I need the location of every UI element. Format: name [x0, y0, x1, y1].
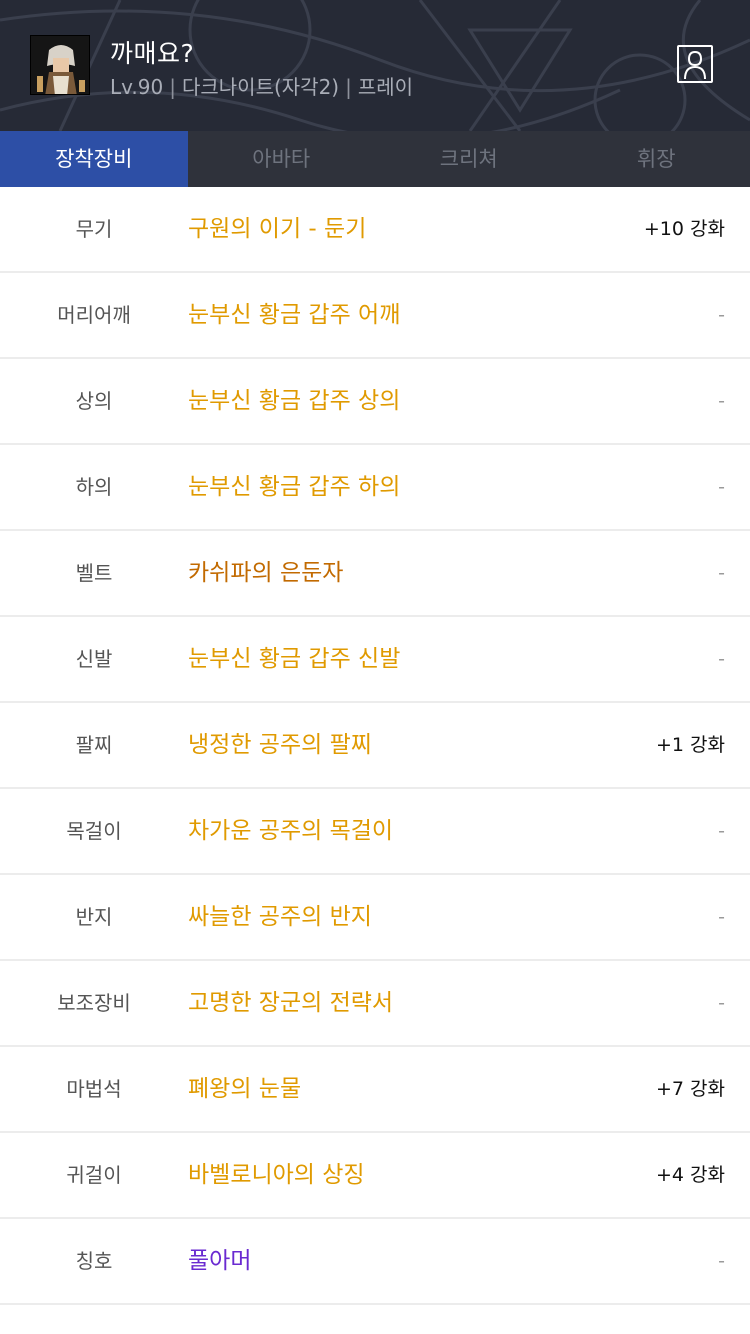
enhance-level: +7 강화 [655, 1078, 725, 1100]
user-profile-icon [684, 50, 706, 80]
equipment-row-shoulder[interactable]: 머리어깨 눈부신 황금 갑주 어깨 - [0, 273, 750, 359]
character-level: Lv.90 [110, 75, 164, 99]
tab-avatar[interactable]: 아바타 [188, 131, 376, 187]
info-separator: | [345, 75, 352, 99]
equipment-row-title[interactable]: 칭호 풀아머 - [0, 1219, 750, 1305]
slot-label: 마법석 [66, 1077, 122, 1101]
equipment-row-weapon[interactable]: 무기 구원의 이기 - 둔기 +10 강화 [0, 187, 750, 273]
character-portrait-icon [31, 36, 89, 94]
enhance-level: - [718, 390, 725, 412]
slot-label: 반지 [75, 905, 113, 929]
slot-label: 머리어깨 [57, 303, 131, 327]
equipment-row-top[interactable]: 상의 눈부신 황금 갑주 상의 - [0, 359, 750, 445]
equipment-row-bracelet[interactable]: 팔찌 냉정한 공주의 팔찌 +1 강화 [0, 703, 750, 789]
item-name[interactable]: 구원의 이기 - 둔기 [188, 187, 366, 271]
slot-label: 귀걸이 [66, 1163, 122, 1187]
equipment-row-subequip[interactable]: 보조장비 고명한 장군의 전략서 - [0, 961, 750, 1047]
item-name[interactable]: 고명한 장군의 전략서 [188, 961, 393, 1045]
info-separator: | [169, 75, 176, 99]
item-name[interactable]: 풀아머 [188, 1219, 251, 1303]
item-name[interactable]: 눈부신 황금 갑주 하의 [188, 445, 400, 529]
slot-label: 신발 [75, 647, 113, 671]
enhance-level: - [718, 1250, 725, 1272]
equipment-row-ring[interactable]: 반지 싸늘한 공주의 반지 - [0, 875, 750, 961]
enhance-level: - [718, 992, 725, 1014]
slot-label: 하의 [75, 475, 113, 499]
tab-bar: 장착장비 아바타 크리쳐 휘장 [0, 131, 750, 187]
item-name[interactable]: 바벨로니아의 상징 [188, 1133, 365, 1217]
item-name[interactable]: 폐왕의 눈물 [188, 1047, 301, 1131]
character-job: 다크나이트(자각2) [181, 75, 340, 99]
character-avatar[interactable] [30, 35, 90, 95]
slot-label: 벨트 [75, 561, 113, 585]
enhance-level: +10 강화 [643, 218, 725, 240]
equipment-row-belt[interactable]: 벨트 카쉬파의 은둔자 - [0, 531, 750, 617]
enhance-level: - [718, 304, 725, 326]
item-name[interactable]: 냉정한 공주의 팔찌 [188, 703, 372, 787]
slot-label: 팔찌 [75, 733, 113, 757]
enhance-level: - [718, 476, 725, 498]
enhance-level: - [718, 562, 725, 584]
item-name[interactable]: 싸늘한 공주의 반지 [188, 875, 372, 959]
character-server: 프레이 [357, 75, 414, 99]
enhance-level: - [718, 820, 725, 842]
item-name[interactable]: 눈부신 황금 갑주 어깨 [188, 273, 400, 357]
slot-label: 칭호 [75, 1249, 113, 1273]
character-header: 까매요? Lv.90 | 다크나이트(자각2) | 프레이 [0, 0, 750, 131]
item-name[interactable]: 카쉬파의 은둔자 [188, 531, 343, 615]
character-name: 까매요? [110, 39, 195, 68]
slot-label: 상의 [75, 389, 113, 413]
equipment-row-shoes[interactable]: 신발 눈부신 황금 갑주 신발 - [0, 617, 750, 703]
profile-button[interactable] [677, 45, 713, 83]
item-name[interactable]: 차가운 공주의 목걸이 [188, 789, 393, 873]
enhance-level: +1 강화 [655, 734, 725, 756]
tab-creature[interactable]: 크리쳐 [375, 131, 563, 187]
equipment-list: 무기 구원의 이기 - 둔기 +10 강화 머리어깨 눈부신 황금 갑주 어깨 … [0, 187, 750, 1305]
slot-label: 무기 [75, 217, 113, 241]
enhance-level: +4 강화 [655, 1164, 725, 1186]
enhance-level: - [718, 648, 725, 670]
character-info: Lv.90 | 다크나이트(자각2) | 프레이 [110, 71, 413, 100]
enhance-level: - [718, 906, 725, 928]
equipment-row-necklace[interactable]: 목걸이 차가운 공주의 목걸이 - [0, 789, 750, 875]
slot-label: 목걸이 [66, 819, 122, 843]
slot-label: 보조장비 [57, 991, 131, 1015]
equipment-row-magicstone[interactable]: 마법석 폐왕의 눈물 +7 강화 [0, 1047, 750, 1133]
tab-equipment[interactable]: 장착장비 [0, 131, 188, 187]
equipment-row-earring[interactable]: 귀걸이 바벨로니아의 상징 +4 강화 [0, 1133, 750, 1219]
equipment-row-bottom[interactable]: 하의 눈부신 황금 갑주 하의 - [0, 445, 750, 531]
item-name[interactable]: 눈부신 황금 갑주 신발 [188, 617, 400, 701]
item-name[interactable]: 눈부신 황금 갑주 상의 [188, 359, 400, 443]
tab-insignia[interactable]: 휘장 [563, 131, 750, 187]
